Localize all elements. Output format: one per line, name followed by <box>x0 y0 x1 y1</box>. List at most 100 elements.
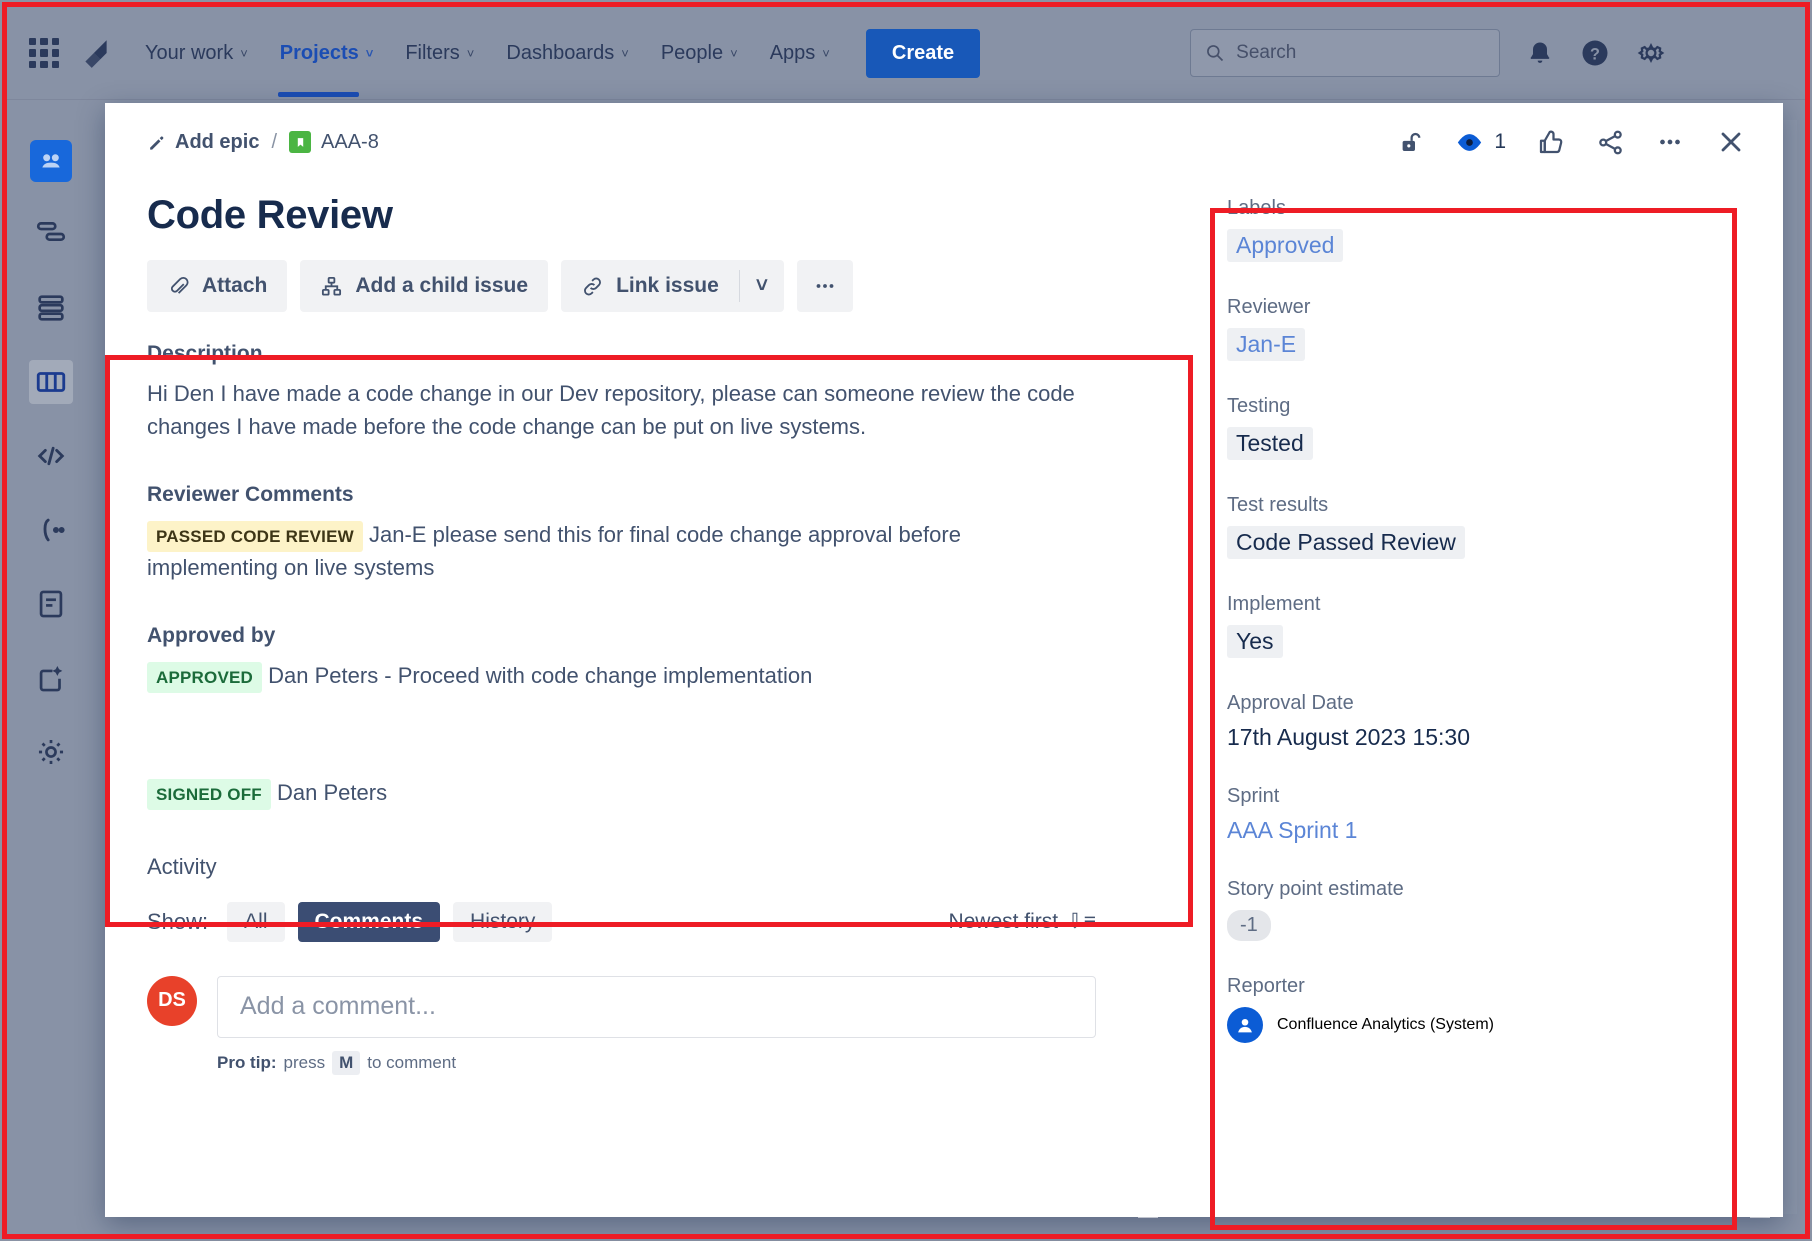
nav-item-filters[interactable]: Filters ˅ <box>403 36 476 71</box>
add-child-issue-button[interactable]: Add a child issue <box>300 260 548 312</box>
create-button[interactable]: Create <box>866 29 980 78</box>
modal-header-actions: 1 <box>1397 126 1747 158</box>
description-text[interactable]: Hi Den I have made a code change in our … <box>147 378 1096 443</box>
screen: Your work ˅ Projects ˅ Filters ˅ Dashboa… <box>0 0 1812 1241</box>
sprint-link[interactable]: AAA Sprint 1 <box>1227 817 1703 844</box>
pro-tip-prefix: Pro tip: <box>217 1053 277 1073</box>
sidebar-item-project-settings[interactable] <box>29 730 73 774</box>
lock-icon[interactable] <box>1397 129 1424 156</box>
field-value: Approved <box>1227 229 1703 262</box>
pro-tip-mid: press <box>284 1053 326 1073</box>
signed-off-body: Dan Peters <box>277 780 387 805</box>
sidebar-item-board[interactable] <box>29 360 73 404</box>
close-icon[interactable] <box>1715 126 1747 158</box>
tab-history[interactable]: History <box>453 902 552 942</box>
link-issue-dropdown-button[interactable]: ˅ <box>740 260 784 312</box>
activity-filter-row: Show: All Comments History Newest first … <box>147 902 1096 942</box>
link-issue-button[interactable]: Link issue <box>561 260 739 312</box>
field-value: -1 <box>1227 910 1703 941</box>
field-value: Yes <box>1227 625 1703 658</box>
sort-direction-icon: ⇩≡ <box>1066 909 1096 934</box>
field-label: Labels <box>1227 197 1703 220</box>
help-icon[interactable]: ? <box>1580 38 1610 68</box>
field-testing: Testing Tested <box>1227 395 1703 460</box>
add-epic-label: Add epic <box>175 131 259 154</box>
approved-badge: APPROVED <box>147 662 262 693</box>
nav-item-people[interactable]: People ˅ <box>659 36 740 71</box>
add-epic-button[interactable]: Add epic <box>147 131 259 154</box>
approved-by-text[interactable]: APPROVED Dan Peters - Proceed with code … <box>147 660 1096 693</box>
sidebar-item-pages[interactable] <box>29 582 73 626</box>
modal-body: Code Review Attach A <box>105 181 1783 1217</box>
sidebar-item-forms[interactable] <box>29 656 73 700</box>
sidebar-item-issues[interactable] <box>29 508 73 552</box>
test-results-chip[interactable]: Code Passed Review <box>1227 526 1465 559</box>
search-icon <box>1205 43 1225 63</box>
chevron-down-icon: ˅ <box>621 46 629 61</box>
field-label: Reporter <box>1227 975 1703 998</box>
reviewer-comments-text[interactable]: PASSED CODE REVIEW Jan-E please send thi… <box>147 519 1096 584</box>
avatar[interactable]: DS <box>147 976 197 1026</box>
sidebar-item-backlog[interactable] <box>29 286 73 330</box>
nav-label: People <box>661 42 723 65</box>
nav-label: Dashboards <box>506 42 614 65</box>
notifications-icon[interactable] <box>1526 39 1554 67</box>
attach-label: Attach <box>202 274 267 298</box>
approval-date-value[interactable]: 17th August 2023 15:30 <box>1227 724 1703 751</box>
comment-input[interactable]: Add a comment... <box>217 976 1096 1038</box>
signed-off-text[interactable]: SIGNED OFF Dan Peters <box>147 777 1096 810</box>
label-chip[interactable]: Approved <box>1227 229 1343 262</box>
settings-gear-icon[interactable] <box>1636 38 1666 68</box>
issue-action-bar: Attach Add a child issue <box>147 260 1096 312</box>
field-label: Story point estimate <box>1227 878 1703 901</box>
testing-chip[interactable]: Tested <box>1227 427 1313 460</box>
field-label: Reviewer <box>1227 296 1703 319</box>
field-value: Tested <box>1227 427 1703 460</box>
implement-chip[interactable]: Yes <box>1227 625 1283 658</box>
like-thumbs-up-icon[interactable] <box>1536 127 1566 157</box>
tab-all[interactable]: All <box>227 902 284 942</box>
share-icon[interactable] <box>1596 128 1625 157</box>
watch-icon[interactable]: 1 <box>1454 127 1506 158</box>
issue-key-link[interactable]: AAA-8 <box>289 131 379 154</box>
signed-off-badge: SIGNED OFF <box>147 779 271 810</box>
field-label: Testing <box>1227 395 1703 418</box>
nav-item-dashboards[interactable]: Dashboards ˅ <box>504 36 630 71</box>
paperclip-icon <box>167 275 190 298</box>
app-switcher-icon[interactable] <box>29 38 59 68</box>
sidebar-item-roadmap[interactable] <box>29 212 73 256</box>
issue-more-actions-button[interactable] <box>797 260 853 312</box>
pro-tip-suffix: to comment <box>367 1053 456 1073</box>
field-test-results: Test results Code Passed Review <box>1227 494 1703 559</box>
jira-logo-icon[interactable] <box>79 36 113 70</box>
project-sidebar-rail <box>7 100 95 1234</box>
page-title: Code Review <box>147 193 1096 238</box>
field-value: Jan-E <box>1227 328 1703 361</box>
sort-label: Newest first <box>948 910 1058 934</box>
attach-button[interactable]: Attach <box>147 260 287 312</box>
add-child-issue-label: Add a child issue <box>355 274 528 298</box>
link-icon <box>581 275 604 298</box>
nav-label: Projects <box>280 42 359 65</box>
more-actions-icon[interactable] <box>1655 127 1685 157</box>
nav-item-apps[interactable]: Apps ˅ <box>768 36 832 71</box>
activity-heading: Activity <box>147 854 1096 880</box>
story-point-chip[interactable]: -1 <box>1227 910 1271 941</box>
chevron-down-icon: ˅ <box>240 46 248 61</box>
chevron-down-icon: ˅ <box>730 46 738 61</box>
field-reviewer: Reviewer Jan-E <box>1227 296 1703 361</box>
reporter-value[interactable]: Confluence Analytics (System) <box>1227 1007 1703 1043</box>
tab-comments[interactable]: Comments <box>298 902 441 942</box>
description-heading: Description <box>147 342 1096 366</box>
project-avatar-icon[interactable] <box>30 140 72 182</box>
description-spacer <box>147 693 1096 777</box>
field-approval-date: Approval Date 17th August 2023 15:30 <box>1227 692 1703 751</box>
sidebar-item-code[interactable] <box>29 434 73 478</box>
field-sprint: Sprint AAA Sprint 1 <box>1227 785 1703 844</box>
reviewer-chip[interactable]: Jan-E <box>1227 328 1305 361</box>
nav-item-projects[interactable]: Projects ˅ <box>278 36 376 71</box>
search-input[interactable]: Search <box>1190 29 1500 77</box>
sort-order-button[interactable]: Newest first ⇩≡ <box>948 909 1096 934</box>
issue-detail-modal: Add epic / AAA-8 <box>105 103 1783 1217</box>
nav-item-your-work[interactable]: Your work ˅ <box>143 36 250 71</box>
